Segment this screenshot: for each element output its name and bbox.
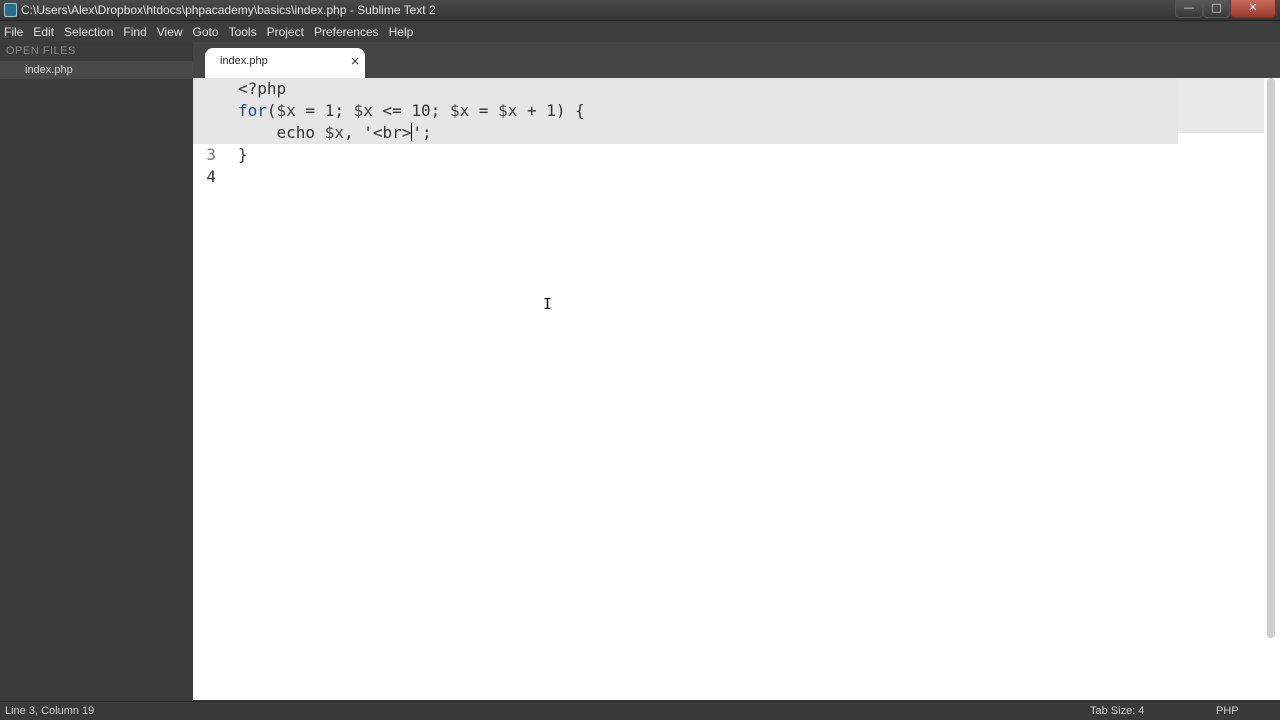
- menu-preferences[interactable]: Preferences: [310, 25, 385, 39]
- menu-bar: File Edit Selection Find View Goto Tools…: [0, 22, 1280, 42]
- minimap-viewport[interactable]: [1178, 78, 1264, 133]
- menu-file[interactable]: File: [0, 25, 29, 39]
- syntax-indicator[interactable]: PHP: [1216, 705, 1239, 717]
- sidebar-file-index-php[interactable]: index.php: [0, 61, 193, 79]
- tab-strip: index.php ×: [193, 42, 1280, 78]
- text-cursor-icon: I: [543, 295, 553, 313]
- tab-index-php[interactable]: index.php ×: [205, 48, 365, 78]
- menu-tools[interactable]: Tools: [225, 25, 263, 39]
- minimize-button[interactable]: —: [1175, 0, 1203, 18]
- code-line: 1 <?php: [193, 78, 1178, 120]
- menu-goto[interactable]: Goto: [189, 25, 225, 39]
- code-editor[interactable]: 1 <?php 2 for($x = 1; $x <= 10; $x = $x …: [193, 78, 1280, 700]
- menu-selection[interactable]: Selection: [60, 25, 119, 39]
- code-line-current: 3 echo $x, '<br>';: [193, 122, 1178, 164]
- tab-size-indicator[interactable]: Tab Size: 4: [1090, 705, 1144, 717]
- title-bar: C:\Users\Alex\Dropbox\htdocs\phpacademy\…: [0, 0, 1280, 21]
- code-text: for($x = 1; $x <= 10; $x = $x + 1) {: [238, 101, 585, 120]
- code-text: echo $x, '<br>';: [238, 123, 432, 142]
- menu-view[interactable]: View: [153, 25, 189, 39]
- sublime-app-icon: [4, 3, 17, 17]
- status-bar: Line 3, Column 19 Tab Size: 4 PHP: [0, 701, 1280, 720]
- tab-label: index.php: [220, 55, 268, 67]
- close-window-button[interactable]: ✕: [1230, 0, 1276, 18]
- menu-edit[interactable]: Edit: [29, 25, 60, 39]
- code-line: 4 }: [193, 144, 1178, 186]
- menu-help[interactable]: Help: [385, 25, 420, 39]
- code-text: }: [238, 145, 248, 164]
- tab-close-icon[interactable]: ×: [350, 54, 360, 68]
- maximize-button[interactable]: □: [1203, 0, 1230, 18]
- code-text: <?php: [238, 79, 287, 98]
- menu-find[interactable]: Find: [119, 25, 152, 39]
- sidebar: OPEN FILES index.php: [0, 42, 193, 700]
- menu-project[interactable]: Project: [263, 25, 310, 39]
- open-files-header: OPEN FILES: [6, 45, 76, 57]
- code-line: 2 for($x = 1; $x <= 10; $x = $x + 1) {: [193, 100, 1178, 142]
- vertical-scrollbar[interactable]: [1267, 78, 1275, 638]
- line-number: 4: [206, 167, 216, 186]
- text-caret: [411, 123, 413, 141]
- window-title: C:\Users\Alex\Dropbox\htdocs\phpacademy\…: [21, 3, 436, 17]
- cursor-position: Line 3, Column 19: [5, 705, 95, 717]
